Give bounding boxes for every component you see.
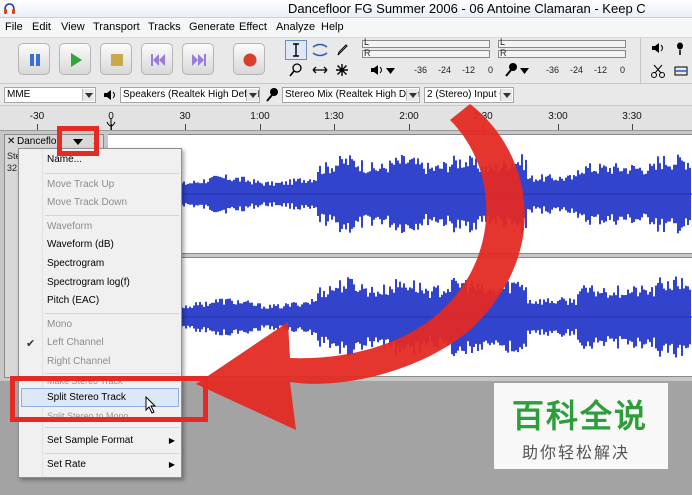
- menu-item-waveform-db[interactable]: Waveform (dB): [47, 239, 114, 250]
- menu-item-waveform: Waveform: [47, 221, 93, 232]
- watermark-title: 百科全说: [512, 398, 649, 434]
- menu-item-right-channel: Right Channel: [47, 356, 111, 367]
- track-dropdown-menu: Name... Move Track Up Move Track Down Wa…: [18, 148, 182, 478]
- menu-item-left-channel: Left Channel: [47, 337, 104, 348]
- red-highlight-split-stereo: [10, 376, 208, 422]
- red-highlight-track-arrow: [57, 126, 99, 156]
- watermark-subtitle: 助你轻松解决: [522, 445, 631, 462]
- watermark-logo: 百科全说 助你轻松解决: [494, 383, 668, 469]
- menu-item-spectrogram-log[interactable]: Spectrogram log(f): [47, 277, 130, 288]
- submenu-arrow-icon: ▶: [168, 460, 175, 469]
- submenu-arrow-icon: ▶: [168, 436, 175, 445]
- menu-item-set-rate[interactable]: Set Rate: [47, 459, 86, 470]
- menu-item-sample-format[interactable]: Set Sample Format: [47, 435, 133, 446]
- menu-item-move-up: Move Track Up: [47, 179, 115, 190]
- menu-item-spectrogram[interactable]: Spectrogram: [47, 258, 104, 269]
- menu-item-pitch[interactable]: Pitch (EAC): [47, 295, 99, 306]
- checkmark-icon: ✔: [26, 338, 36, 350]
- menu-item-mono: Mono: [47, 319, 73, 330]
- menu-item-move-down: Move Track Down: [47, 197, 128, 208]
